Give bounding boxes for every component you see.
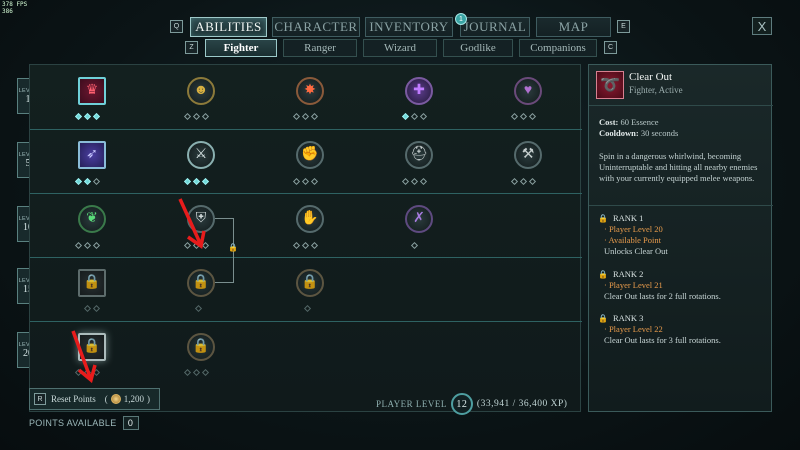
xp-progress-text: (33,941 / 36,400 XP): [476, 399, 568, 409]
tab-map[interactable]: MAP: [536, 17, 611, 37]
rank-2-block: 🔒 RANK 2 · Player Level 21 Clear Out last…: [598, 269, 721, 302]
red-arrow-1: [178, 198, 206, 249]
divider: [589, 205, 773, 206]
reset-points-button[interactable]: R Reset Points (1,200): [29, 388, 160, 410]
points-available-label: POINTS AVAILABLE: [29, 418, 117, 428]
reset-cost: (1,200): [104, 394, 151, 404]
tab-abilities[interactable]: ABILITIES: [190, 17, 267, 37]
player-level-label: PLAYER LEVEL: [376, 399, 447, 409]
rank-title: RANK 1: [612, 213, 644, 223]
tab-journal[interactable]: JOURNAL: [460, 17, 530, 37]
rank-title: RANK 3: [612, 313, 644, 323]
rank-title: RANK 2: [612, 269, 644, 279]
key-e-label: E: [621, 23, 626, 30]
tab-journal-label: JOURNAL: [463, 19, 527, 34]
rank-effect: Clear Out lasts for 2 full rotations.: [604, 291, 721, 301]
ability-detail-panel: ➰ Clear Out Fighter, Active Cost: 60 Ess…: [588, 64, 773, 412]
tab-character[interactable]: CHARACTER: [272, 17, 360, 37]
journal-notification-badge: 1: [455, 13, 467, 25]
padlock-icon: 🔒: [598, 314, 608, 323]
subtab-wizard[interactable]: Wizard: [363, 39, 437, 57]
tab-character-label: CHARACTER: [274, 19, 358, 34]
skill-tree-panel: ♛ ☻ ✸ ✚ ♥ ➶ ⚔ ✊ ⛑ ⚒ ❦ ⛨ ✋ ✗ 🔒 🔒 🔒 🔒 🔒 🔒: [29, 64, 582, 412]
ability-cooldown: Cooldown: 30 seconds: [599, 128, 678, 138]
padlock-icon: 🔒: [598, 270, 608, 279]
tab-inventory[interactable]: INVENTORY: [365, 17, 453, 37]
subtab-fighter[interactable]: Fighter: [205, 39, 277, 57]
rank-requirement: · Available Point: [604, 235, 661, 245]
red-arrow-2: [71, 330, 97, 384]
points-available: POINTS AVAILABLE 0: [29, 416, 139, 430]
subtab-godlike-label: Godlike: [460, 42, 496, 54]
rank-effect: Unlocks Clear Out: [604, 246, 668, 256]
key-q-label: Q: [173, 23, 180, 30]
rank-1-block: 🔒 RANK 1 · Player Level 20 · Available Po…: [598, 213, 668, 257]
points-available-value: 0: [127, 418, 134, 428]
subtab-fighter-label: Fighter: [223, 42, 259, 54]
fps-value: 378 FPS: [2, 1, 28, 8]
tab-abilities-label: ABILITIES: [195, 19, 262, 34]
cooldown-value: 30 seconds: [640, 128, 679, 138]
fps-counter: 378 FPS 386: [2, 1, 27, 15]
player-level-value: 12: [456, 398, 468, 410]
journal-badge-count: 1: [459, 15, 463, 23]
ability-cost: Cost: 60 Essence: [599, 117, 659, 127]
subtab-ranger-label: Ranger: [304, 42, 336, 54]
points-available-box: 0: [122, 416, 139, 430]
gold-coin-icon: [110, 394, 121, 404]
cost-label: Cost:: [599, 117, 619, 127]
tab-map-label: MAP: [558, 19, 589, 34]
cost-value: 60 Essence: [620, 117, 659, 127]
close-button[interactable]: X: [752, 17, 772, 35]
key-c-label: C: [607, 44, 614, 51]
cooldown-label: Cooldown:: [599, 128, 639, 138]
player-level-ring: 12: [450, 393, 473, 415]
rank-effect: Clear Out lasts for 3 full rotations.: [604, 335, 721, 345]
padlock-icon: 🔒: [598, 214, 608, 223]
whirlwind-icon: ➰: [596, 71, 624, 99]
subtab-companions[interactable]: Companions: [519, 39, 597, 57]
subtab-godlike[interactable]: Godlike: [443, 39, 513, 57]
fps-sub-value: 386: [2, 8, 13, 15]
divider: [589, 105, 773, 106]
prev-class-key-hint[interactable]: Z: [185, 41, 198, 54]
annotation-arrows: [71, 198, 206, 384]
rank-requirement: · Player Level 21: [604, 280, 663, 290]
key-z-label: Z: [189, 44, 194, 51]
subtab-wizard-label: Wizard: [384, 42, 416, 54]
key-r-label: R: [37, 395, 43, 403]
player-level-display: PLAYER LEVEL 12 (33,941 / 36,400 XP): [376, 393, 567, 415]
next-tab-key-hint[interactable]: E: [617, 20, 630, 33]
reset-points-label: Reset Points: [51, 394, 96, 404]
rank-3-block: 🔒 RANK 3 · Player Level 22 Clear Out last…: [598, 313, 721, 346]
next-class-key-hint[interactable]: C: [604, 41, 617, 54]
tab-inventory-label: INVENTORY: [369, 19, 449, 34]
close-icon: X: [757, 18, 767, 34]
ability-title: Clear Out: [629, 71, 673, 83]
key-r-hint: R: [34, 393, 46, 405]
prev-tab-key-hint[interactable]: Q: [170, 20, 183, 33]
subtab-ranger[interactable]: Ranger: [283, 39, 357, 57]
rank-requirement: · Player Level 20: [604, 224, 663, 234]
ability-description: Spin in a dangerous whirlwind, becoming …: [599, 151, 758, 183]
subtab-companions-label: Companions: [530, 42, 586, 54]
rank-requirement: · Player Level 22: [604, 324, 663, 334]
reset-cost-value: 1,200: [123, 394, 145, 404]
ability-subtitle: Fighter, Active: [629, 85, 683, 95]
